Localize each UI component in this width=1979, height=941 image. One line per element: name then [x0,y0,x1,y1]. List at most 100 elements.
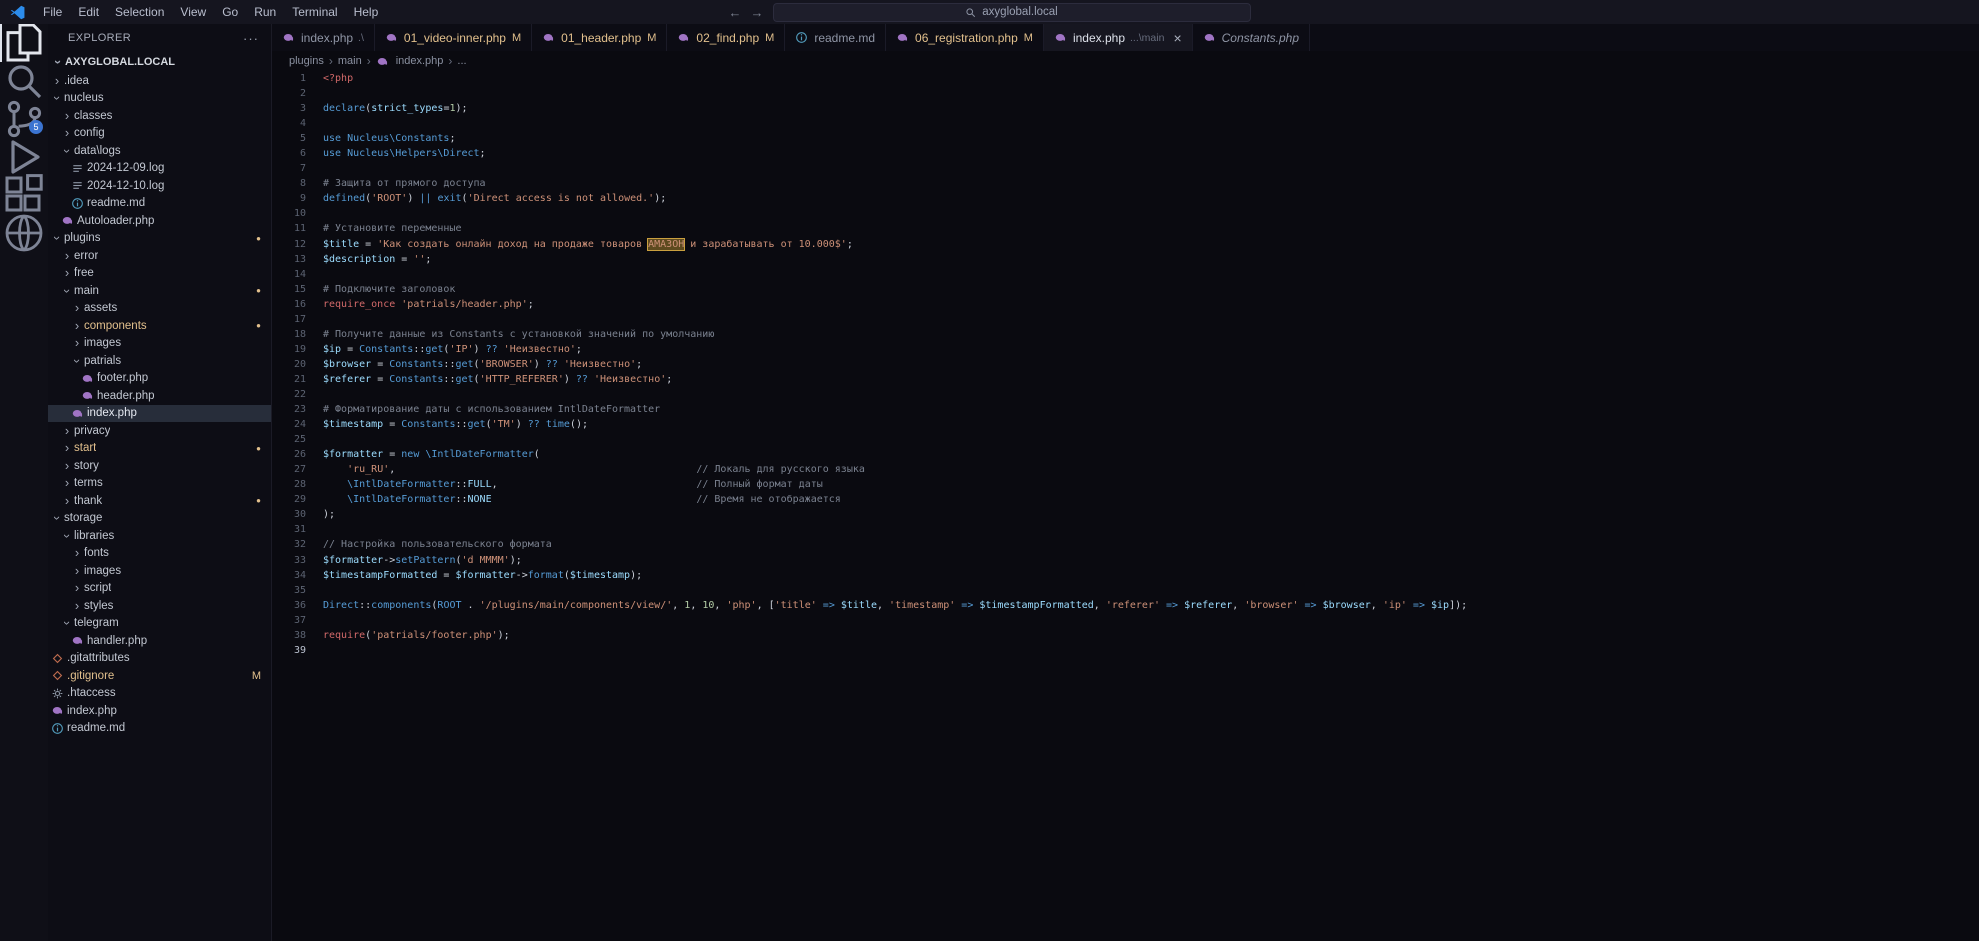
menu-view[interactable]: View [172,0,214,24]
line-number[interactable]: 34 [272,568,306,583]
tab-index.php[interactable]: index.php.\ [272,24,375,51]
menu-file[interactable]: File [35,0,70,24]
code-line-5[interactable]: 5use Nucleus\Constants; [272,131,1979,146]
code-line-26[interactable]: 26$formatter = new \IntlDateFormatter( [272,447,1979,462]
line-number[interactable]: 16 [272,297,306,312]
tab-readme.md[interactable]: readme.md [785,24,886,51]
project-section-header[interactable]: › AXYGLOBAL.LOCAL [48,52,271,72]
code-line-17[interactable]: 17 [272,312,1979,327]
folder-story[interactable]: ›story [48,457,271,475]
code-line-21[interactable]: 21$referer = Constants::get('HTTP_REFERE… [272,372,1979,387]
menu-help[interactable]: Help [346,0,387,24]
nav-back-icon[interactable]: ← [729,5,742,20]
line-number[interactable]: 17 [272,312,306,327]
line-number[interactable]: 13 [272,252,306,267]
line-number[interactable]: 19 [272,342,306,357]
code-line-4[interactable]: 4 [272,116,1979,131]
folder-assets[interactable]: ›assets [48,300,271,318]
code-line-19[interactable]: 19$ip = Constants::get('IP') ?? 'Неизвес… [272,342,1979,357]
folder-fonts[interactable]: ›fonts [48,545,271,563]
command-center[interactable]: axyglobal.local [773,3,1251,22]
folder-thank[interactable]: ›thank● [48,492,271,510]
code-line-31[interactable]: 31 [272,522,1979,537]
file-header.php[interactable]: header.php [48,387,271,405]
tab-index.php[interactable]: index.php...\main× [1044,24,1193,51]
menu-run[interactable]: Run [246,0,284,24]
folder-start[interactable]: ›start● [48,440,271,458]
folder-.idea[interactable]: ›.idea [48,72,271,90]
menu-go[interactable]: Go [214,0,246,24]
line-number[interactable]: 37 [272,613,306,628]
line-number[interactable]: 3 [272,101,306,116]
menu-selection[interactable]: Selection [107,0,172,24]
code-line-33[interactable]: 33$formatter->setPattern('d MMMM'); [272,553,1979,568]
folder-data\logs[interactable]: ›data\logs [48,142,271,160]
tab-01_video-inner.php[interactable]: 01_video-inner.phpM [375,24,532,51]
folder-free[interactable]: ›free [48,265,271,283]
code-line-20[interactable]: 20$browser = Constants::get('BROWSER') ?… [272,357,1979,372]
file-.gitignore[interactable]: .gitignoreM [48,667,271,685]
folder-telegram[interactable]: ›telegram [48,615,271,633]
folder-images[interactable]: ›images [48,335,271,353]
file-index.php[interactable]: index.php [48,702,271,720]
folder-plugins[interactable]: ›plugins● [48,230,271,248]
menu-terminal[interactable]: Terminal [284,0,345,24]
code-line-22[interactable]: 22 [272,387,1979,402]
code-line-1[interactable]: 1<?php [272,71,1979,86]
file-2024-12-10.log[interactable]: 2024-12-10.log [48,177,271,195]
code-line-2[interactable]: 2 [272,86,1979,101]
line-number[interactable]: 23 [272,402,306,417]
line-number[interactable]: 7 [272,161,306,176]
line-number[interactable]: 31 [272,522,306,537]
folder-components[interactable]: ›components● [48,317,271,335]
folder-patrials[interactable]: ›patrials [48,352,271,370]
code-line-18[interactable]: 18# Получите данные из Constants с устан… [272,327,1979,342]
line-number[interactable]: 2 [272,86,306,101]
code-line-38[interactable]: 38require('patrials/footer.php'); [272,628,1979,643]
line-number[interactable]: 15 [272,282,306,297]
line-number[interactable]: 8 [272,176,306,191]
breadcrumb-item[interactable]: main [338,55,362,67]
line-number[interactable]: 33 [272,553,306,568]
file-readme.md[interactable]: readme.md [48,720,271,738]
file-.gitattributes[interactable]: .gitattributes [48,650,271,668]
activity-remote-explorer[interactable] [0,214,48,252]
folder-privacy[interactable]: ›privacy [48,422,271,440]
code-line-25[interactable]: 25 [272,432,1979,447]
folder-script[interactable]: ›script [48,580,271,598]
file-handler.php[interactable]: handler.php [48,632,271,650]
line-number[interactable]: 39 [272,643,306,658]
tab-01_header.php[interactable]: 01_header.phpM [532,24,667,51]
breadcrumb-item[interactable]: ... [457,55,466,67]
file-Autoloader.php[interactable]: Autoloader.php [48,212,271,230]
code-line-39[interactable]: 39 [272,643,1979,658]
line-number[interactable]: 30 [272,507,306,522]
breadcrumb-item[interactable]: index.php [376,55,444,68]
code-line-35[interactable]: 35 [272,583,1979,598]
code-line-11[interactable]: 11# Установите переменные [272,221,1979,236]
line-number[interactable]: 38 [272,628,306,643]
code-line-8[interactable]: 8# Защита от прямого доступа [272,176,1979,191]
code-line-9[interactable]: 9defined('ROOT') || exit('Direct access … [272,191,1979,206]
breadcrumb-item[interactable]: plugins [289,55,324,67]
code-line-12[interactable]: 12$title = 'Как создать онлайн доход на … [272,237,1979,252]
code-line-15[interactable]: 15# Подключите заголовок [272,282,1979,297]
file-2024-12-09.log[interactable]: 2024-12-09.log [48,160,271,178]
code-line-3[interactable]: 3declare(strict_types=1); [272,101,1979,116]
line-number[interactable]: 9 [272,191,306,206]
line-number[interactable]: 24 [272,417,306,432]
code-line-36[interactable]: 36Direct::components(ROOT . '/plugins/ma… [272,598,1979,613]
code-line-29[interactable]: 29 \IntlDateFormatter::NONE // Время не … [272,492,1979,507]
code-line-30[interactable]: 30); [272,507,1979,522]
folder-classes[interactable]: ›classes [48,107,271,125]
line-number[interactable]: 14 [272,267,306,282]
folder-config[interactable]: ›config [48,125,271,143]
line-number[interactable]: 35 [272,583,306,598]
code-line-27[interactable]: 27 'ru_RU', // Локаль для русского языка [272,462,1979,477]
line-number[interactable]: 25 [272,432,306,447]
code-line-7[interactable]: 7 [272,161,1979,176]
code-line-28[interactable]: 28 \IntlDateFormatter::FULL, // Полный ф… [272,477,1979,492]
tab-06_registration.php[interactable]: 06_registration.phpM [886,24,1044,51]
folder-main[interactable]: ›main● [48,282,271,300]
file-.htaccess[interactable]: .htaccess [48,685,271,703]
